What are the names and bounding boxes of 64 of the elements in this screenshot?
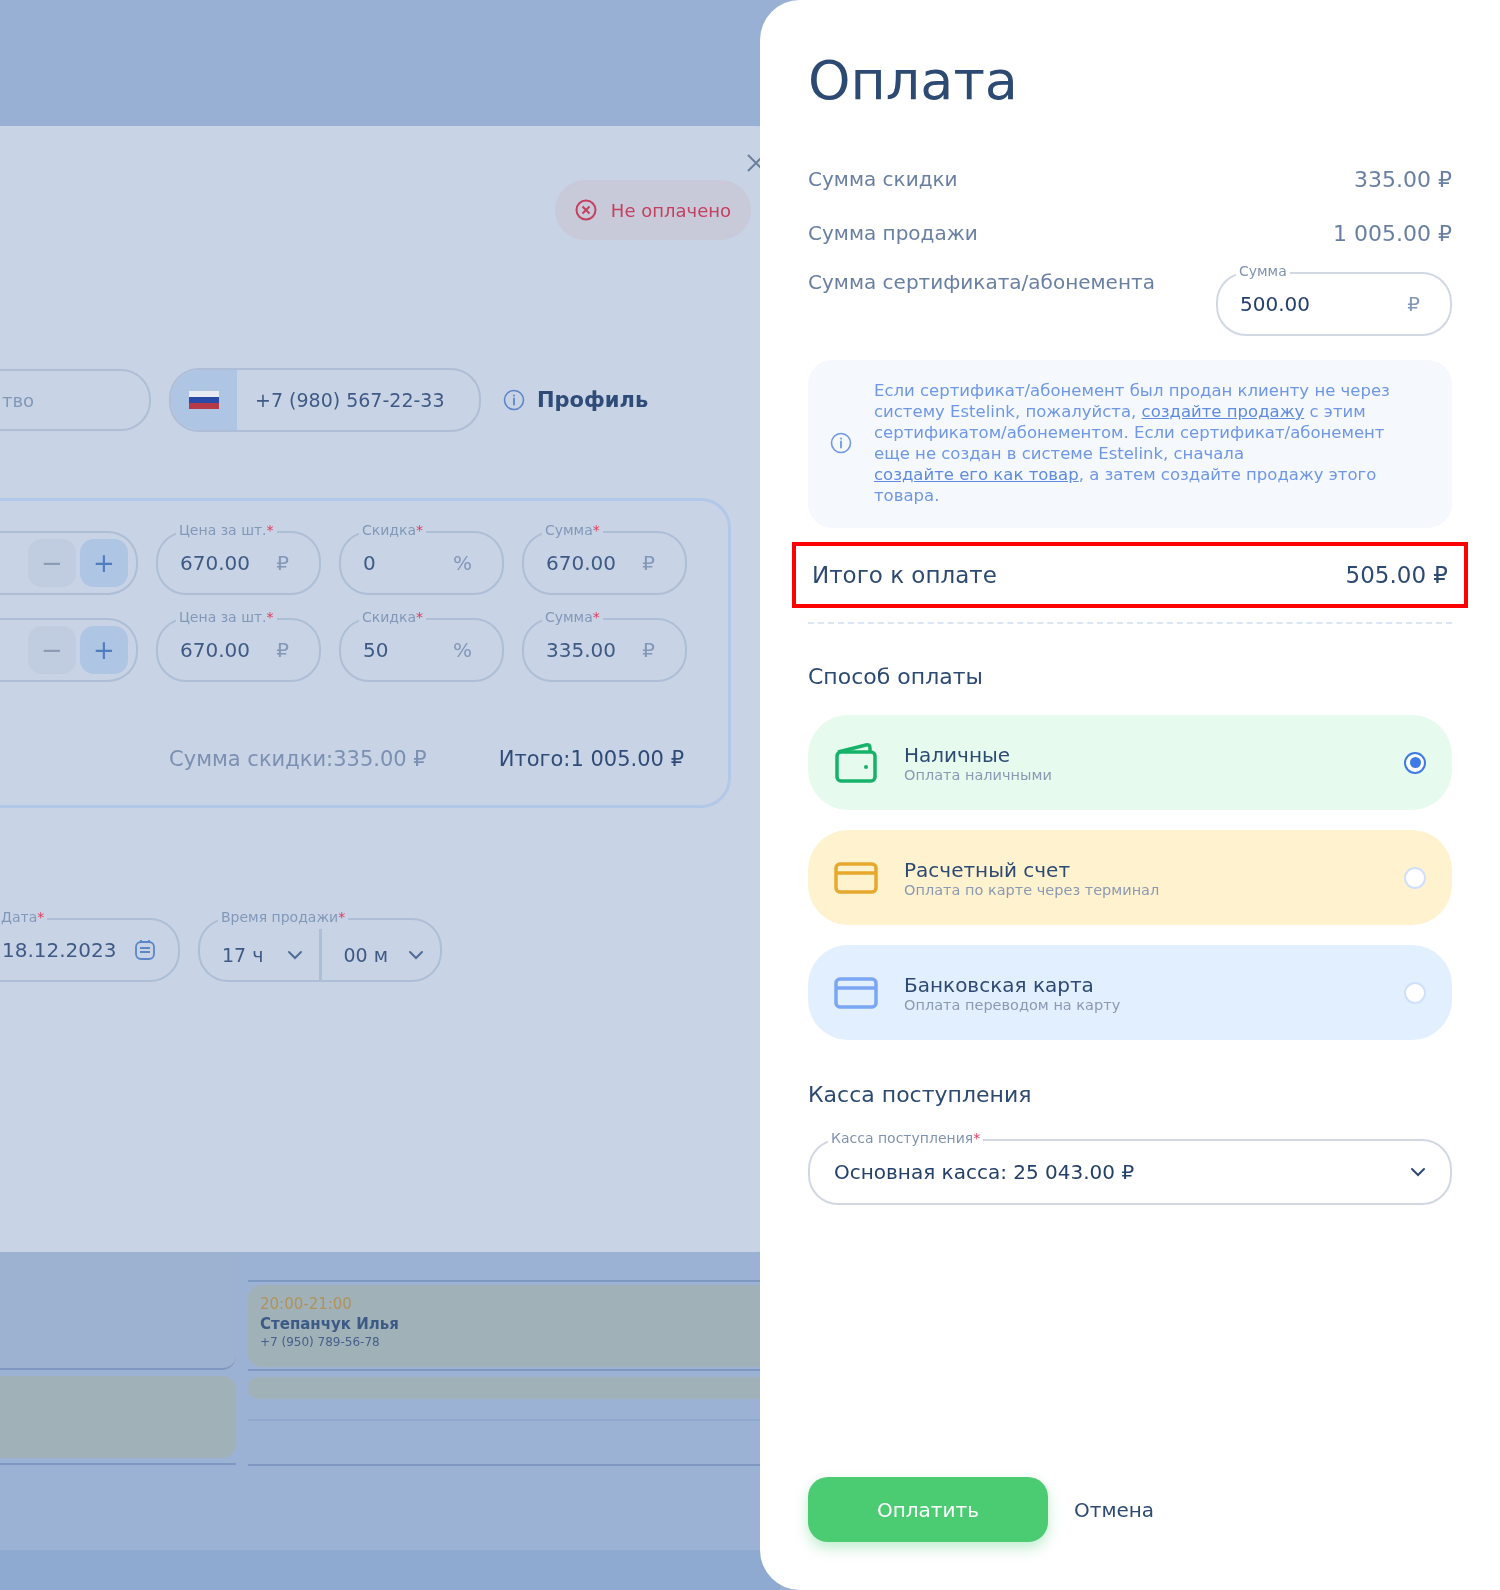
event-phone: +7 (950) 789-56-78 bbox=[260, 1335, 381, 1349]
discount-total: Сумма скидки:335.00 ₽ bbox=[169, 747, 427, 771]
chevron-down-icon bbox=[1410, 1167, 1426, 1177]
option-title: Наличные bbox=[904, 742, 1012, 767]
chevron-down-icon bbox=[286, 949, 303, 960]
card-icon bbox=[834, 976, 878, 1009]
summary-value: 335.00 ₽ bbox=[1354, 166, 1452, 192]
notice-text: Если сертификат/абонемент был продан клиенту не через систему Estelink, пожалуйста, создайте продажу с этим сертификатом/абонементом. Если сертификат/абонемент еще не создан в системе Estelink, сначала создайте его как товар, а затем создайте продажу этого товара. bbox=[874, 380, 1391, 506]
field-suffix: % bbox=[453, 638, 472, 662]
status-text: Не оплачено bbox=[610, 199, 731, 221]
field-suffix: ₽ bbox=[276, 638, 289, 662]
total-label: Итого к оплате bbox=[812, 562, 997, 588]
notice-link[interactable]: создайте его как товар bbox=[874, 465, 1079, 484]
hours-select[interactable]: 17 ч bbox=[200, 929, 322, 980]
option-title: Банковская карта bbox=[904, 972, 1095, 997]
phone-value: +7 (980) 567-22-33 bbox=[254, 388, 445, 413]
radio-button[interactable] bbox=[1404, 751, 1426, 774]
payment-option[interactable]: Банковская карта Оплата переводом на карту bbox=[808, 945, 1452, 1040]
event-time: 20:00-21:00 bbox=[260, 1295, 353, 1313]
field-suffix: % bbox=[453, 551, 472, 575]
field-value: 50 bbox=[363, 638, 389, 662]
option-subtitle: Оплата по карте через терминал bbox=[904, 881, 1161, 898]
notice-link[interactable]: создайте продажу bbox=[1141, 402, 1305, 421]
summary-label: Сумма сертификата/абонемента bbox=[808, 270, 1155, 294]
field-value: 670.00 bbox=[546, 551, 616, 575]
calendar-icon bbox=[134, 939, 156, 961]
payment-option[interactable]: Расчетный счет Оплата по карте через терминал bbox=[808, 830, 1452, 925]
field-value: 0 bbox=[363, 551, 376, 575]
phone-field[interactable]: +7 (980) 567-22-33 bbox=[169, 368, 481, 432]
cancel-button[interactable]: Отмена bbox=[1066, 1489, 1163, 1530]
wallet-icon bbox=[834, 741, 878, 784]
option-subtitle: Оплата переводом на карту bbox=[904, 996, 1122, 1013]
summary-label: Сумма продажи bbox=[808, 221, 978, 245]
section-title: Способ оплаты bbox=[808, 664, 984, 689]
field-suffix: ₽ bbox=[1407, 292, 1420, 316]
option-title: Расчетный счет bbox=[904, 857, 1072, 882]
grand-total: Итого:1 005.00 ₽ bbox=[498, 747, 684, 771]
card-icon bbox=[834, 861, 878, 894]
info-icon bbox=[503, 389, 525, 411]
field-suffix: ₽ bbox=[642, 551, 655, 575]
cross-circle-icon bbox=[574, 199, 597, 221]
field-value: 670.00 bbox=[180, 551, 250, 575]
field-value: 500.00 bbox=[1240, 292, 1310, 316]
field-suffix: ₽ bbox=[642, 638, 655, 662]
summary-value: 1 005.00 ₽ bbox=[1333, 220, 1452, 246]
option-subtitle: Оплата наличными bbox=[904, 766, 1053, 783]
minutes-select[interactable]: 00 м bbox=[321, 929, 440, 980]
field-value: 18.12.2023 bbox=[2, 938, 117, 962]
payment-option[interactable]: Наличные Оплата наличными bbox=[808, 715, 1452, 810]
total-value: 505.00 ₽ bbox=[1345, 562, 1448, 588]
chevron-down-icon bbox=[408, 949, 424, 960]
profile-link[interactable]: Профиль bbox=[503, 388, 649, 412]
section-title: Касса поступления bbox=[808, 1082, 1033, 1107]
summary-label: Сумма скидки bbox=[808, 167, 958, 191]
select-value: Основная касса: 25 043.00 ₽ bbox=[834, 1160, 1135, 1184]
info-icon bbox=[830, 432, 852, 454]
field-value: 670.00 bbox=[180, 638, 250, 662]
field-suffix: ₽ bbox=[276, 551, 289, 575]
plus-button[interactable]: + bbox=[80, 626, 128, 674]
flag-icon bbox=[189, 391, 219, 409]
field-value: 335.00 bbox=[546, 638, 616, 662]
drawer-title: Оплата bbox=[808, 48, 1019, 114]
plus-button[interactable]: + bbox=[80, 539, 128, 587]
event-client: Степанчук Илья bbox=[260, 1315, 400, 1333]
